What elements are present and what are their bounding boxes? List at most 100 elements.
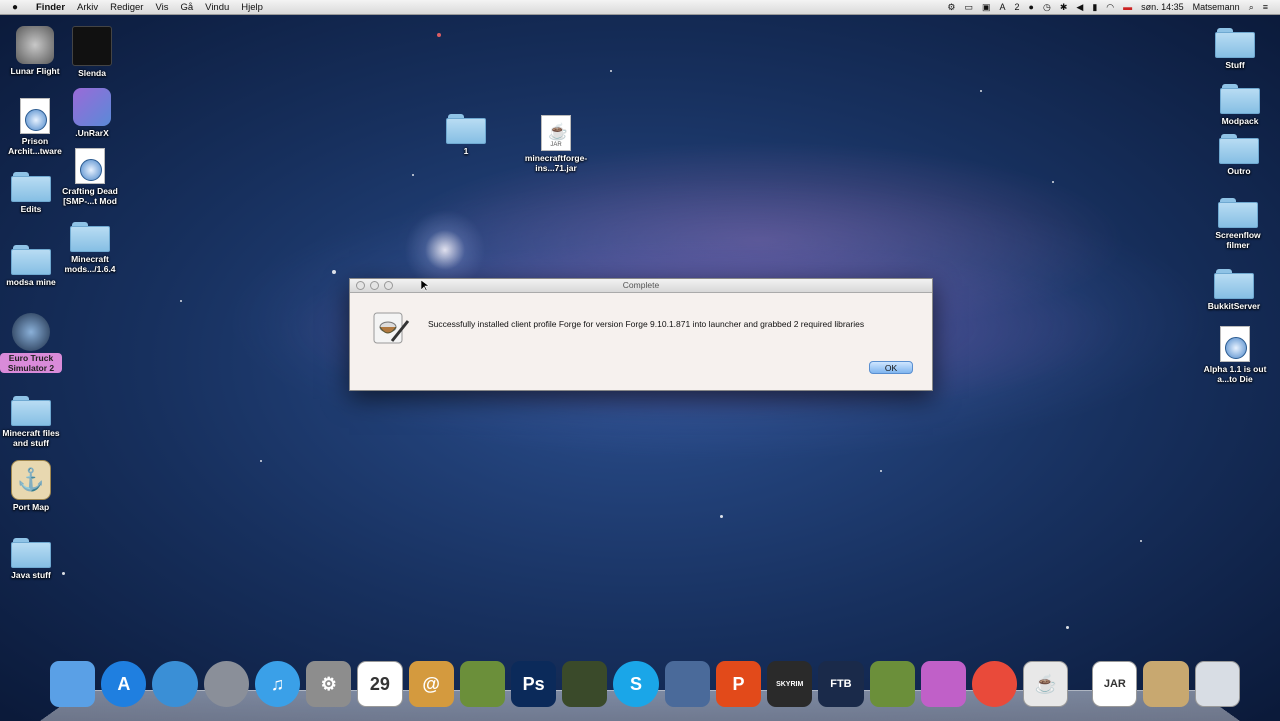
flag-icon[interactable]: ▬ (1123, 2, 1132, 12)
document-icon (20, 98, 50, 134)
star (180, 300, 182, 302)
dock-finder-icon[interactable] (50, 661, 96, 707)
search-icon[interactable]: ⌕ (1249, 2, 1254, 13)
skype-status-icon[interactable]: ● (1029, 2, 1034, 12)
star (260, 460, 262, 462)
desktop-icon-alpha[interactable]: Alpha 1.1 is out a...to Die (1200, 326, 1270, 384)
lunar-flight-icon (16, 26, 54, 64)
menu-hjelp[interactable]: Hjelp (241, 2, 263, 13)
dock-calendar-icon[interactable]: 29 (357, 661, 403, 707)
star (1140, 540, 1142, 542)
menu-vindu[interactable]: Vindu (205, 2, 229, 13)
dock-downloads-stack-icon[interactable] (1143, 661, 1189, 707)
dock-game-app-icon[interactable] (562, 661, 608, 707)
desktop-icon-java-stuff[interactable]: Java stuff (0, 538, 66, 580)
ok-button[interactable]: OK (869, 361, 913, 374)
desktop-icon-euro-truck[interactable]: Euro Truck Simulator 2 (0, 313, 66, 376)
dock-itunes-icon[interactable]: ♫ (254, 661, 301, 707)
zoom-icon[interactable] (384, 281, 393, 290)
folder-icon (1218, 198, 1258, 228)
bluetooth-icon[interactable]: ✱ (1060, 2, 1068, 13)
menu-finder[interactable]: Finder (36, 2, 65, 13)
folder-icon (70, 222, 110, 252)
battery-level-icon[interactable]: ▮ (1092, 2, 1097, 13)
menu-ga[interactable]: Gå (180, 2, 193, 13)
desktop-icon-outro[interactable]: Outro (1204, 134, 1274, 176)
dock-jar-file-icon[interactable]: JAR (1092, 661, 1138, 707)
folder-icon (1219, 134, 1259, 164)
window-controls (356, 281, 393, 290)
minimize-icon[interactable] (370, 281, 379, 290)
menubar: ● Finder Arkiv Rediger Vis Gå Vindu Hjel… (0, 0, 1280, 15)
euro-truck-icon (12, 313, 50, 351)
dock-skyrim-icon[interactable]: SKYRIM (767, 661, 813, 707)
desktop-icon-modpack[interactable]: Modpack (1205, 84, 1275, 126)
dock-chrome-icon[interactable] (971, 661, 1018, 707)
desktop-icon-forge-jar[interactable]: ☕ JAR minecraftforge-ins...71.jar (521, 115, 591, 173)
dock-minecraft-2-icon[interactable] (869, 661, 915, 707)
dock-powerpoint-icon[interactable]: P (715, 661, 762, 707)
star (437, 33, 441, 37)
dock-video-app-icon[interactable] (664, 661, 710, 707)
dock-system-preferences-icon[interactable]: ⚙ (306, 661, 352, 707)
dock-skype-icon[interactable]: S (613, 661, 659, 707)
dialog-message: Successfully installed client profile Fo… (428, 319, 865, 329)
desktop-icon-slenda[interactable]: Slenda (57, 26, 127, 78)
folder-icon (1214, 269, 1254, 299)
anchor-icon: ⚓ (11, 460, 51, 500)
desktop-icon-minecraft-files[interactable]: Minecraft files and stuff (0, 396, 66, 448)
dialog-titlebar[interactable]: Complete (350, 279, 932, 293)
unrarx-icon (73, 88, 111, 126)
star (1052, 181, 1054, 183)
desktop-icon-stuff[interactable]: Stuff (1200, 28, 1270, 70)
apple-menu-icon[interactable]: ● (12, 2, 26, 13)
menu-rediger[interactable]: Rediger (110, 2, 143, 13)
notification-count[interactable]: 2 (1015, 2, 1020, 12)
desktop-icon-screenflow[interactable]: Screenflow filmer (1203, 198, 1273, 250)
battery-icon[interactable]: ▭ (964, 2, 973, 13)
desktop-icon-folder-1[interactable]: 1 (431, 114, 501, 156)
desktop-icon-crafting-dead[interactable]: Crafting Dead [SMP-...t Mod (55, 148, 125, 206)
jar-file-icon: ☕ JAR (541, 115, 571, 151)
time-machine-icon[interactable]: ◷ (1043, 2, 1051, 13)
dock-app-store-icon[interactable]: A (101, 661, 147, 707)
star (610, 70, 612, 72)
star (332, 270, 336, 274)
folder-icon (11, 538, 51, 568)
display-icon[interactable]: ▣ (982, 2, 991, 13)
star (720, 515, 723, 518)
clock[interactable]: søn. 14:35 (1141, 2, 1184, 12)
gear-icon[interactable]: ⚙ (947, 2, 955, 13)
list-icon[interactable]: ≡ (1263, 2, 1268, 12)
folder-icon (11, 172, 51, 202)
dock-trash-icon[interactable] (1194, 661, 1240, 707)
menu-arkiv[interactable]: Arkiv (77, 2, 98, 13)
dock-launchpad-icon[interactable] (203, 661, 249, 707)
star (1066, 626, 1069, 629)
dock-safari-icon[interactable] (152, 661, 198, 707)
slender-icon (72, 26, 112, 66)
folder-icon (11, 396, 51, 426)
dock-photoshop-icon[interactable]: Ps (511, 661, 557, 707)
dock-minecraft-icon[interactable] (459, 661, 505, 707)
dock-ftb-icon[interactable]: FTB (818, 661, 864, 707)
dock: A ♫ ⚙ 29 @ Ps S P SKYRIM FTB ☕ JAR (50, 657, 1240, 707)
dock-display-app-icon[interactable] (920, 661, 966, 707)
mouse-cursor-icon (421, 280, 429, 292)
menu-vis[interactable]: Vis (155, 2, 168, 13)
dock-address-book-icon[interactable]: @ (408, 661, 454, 707)
desktop-icon-bukkitserver[interactable]: BukkitServer (1199, 269, 1269, 311)
desktop-icon-port-map[interactable]: ⚓ Port Map (0, 460, 66, 512)
desktop-icon-unrarx[interactable]: .UnRarX (57, 88, 127, 138)
close-icon[interactable] (356, 281, 365, 290)
volume-icon[interactable]: ◀ (1076, 2, 1083, 13)
dock-java-app-icon[interactable]: ☕ (1023, 661, 1069, 707)
folder-icon (1215, 28, 1255, 58)
status-area: ⚙ ▭ ▣ A 2 ● ◷ ✱ ◀ ▮ ◠ ▬ søn. 14:35 Matse… (947, 0, 1268, 14)
java-script-icon (373, 312, 410, 344)
wifi-icon[interactable]: ◠ (1106, 2, 1114, 13)
folder-icon (446, 114, 486, 144)
adobe-icon[interactable]: A (1000, 2, 1006, 12)
desktop-icon-minecraft-mods[interactable]: Minecraft mods.../1.6.4 (55, 222, 125, 274)
user-name[interactable]: Matsemann (1193, 2, 1240, 12)
